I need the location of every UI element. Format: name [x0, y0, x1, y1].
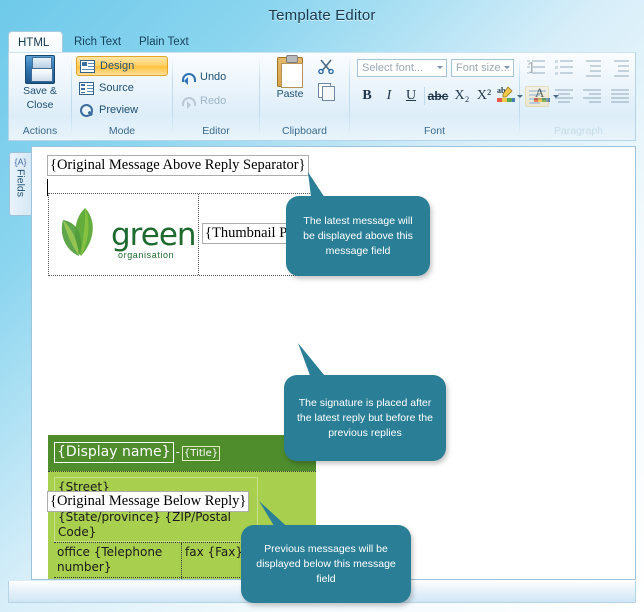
tab-html[interactable]: HTML [8, 31, 63, 53]
logo-wordmark: green [111, 217, 197, 253]
fields-label: Fields [14, 169, 27, 198]
ribbon-group-clipboard: Paste Clipboard [260, 53, 349, 140]
group-label-clipboard: Clipboard [282, 125, 327, 137]
callout-signature-text: The signature is placed after the latest… [296, 396, 433, 439]
group-label-editor: Editor [202, 125, 230, 137]
magnifier-icon [79, 103, 94, 117]
ribbon-group-paragraph: 1 Paragraph [520, 53, 637, 140]
ribbon-group-mode: Design Source Preview Mode [72, 53, 172, 140]
field-state-zip[interactable]: {State/province} {ZIP/Postal Code} [58, 510, 254, 540]
signature-dash: - [175, 445, 180, 459]
field-original-message-below-reply[interactable]: {Original Message Below Reply} [47, 491, 250, 512]
tab-html-label: HTML [18, 37, 50, 49]
group-label-font: Font [423, 125, 445, 137]
ribbon: Save & Close Actions Design Source Previ… [8, 52, 636, 141]
align-center-icon [553, 86, 577, 107]
field-office-phone[interactable]: office {Telephone number} [54, 543, 182, 577]
redo-icon [180, 95, 196, 109]
title-bar: Template Editor [0, 0, 644, 31]
paste-label: Paste [276, 88, 304, 100]
window-title: Template Editor [268, 7, 376, 24]
save-and-close-button[interactable]: Save & Close [8, 55, 72, 111]
save-and-close-label-line2: Close [26, 98, 54, 111]
mode-source-button[interactable]: Source [76, 78, 168, 98]
font-name-value: Select font... [362, 62, 424, 74]
field-display-name[interactable]: {Display name} [54, 442, 174, 463]
field-original-message-above-reply-separator[interactable]: {Original Message Above Reply Separator} [47, 155, 309, 176]
copy-icon[interactable] [318, 83, 335, 101]
ribbon-group-actions: Save & Close Actions [9, 53, 71, 140]
design-icon [80, 59, 95, 73]
superscript-button[interactable]: X² [473, 85, 495, 107]
field-title[interactable]: {Title} [181, 446, 221, 461]
italic-button[interactable]: I [378, 85, 400, 107]
ribbon-group-font: Select font... Font size... B I U abc X₂… [350, 53, 559, 140]
strikethrough-button[interactable]: abc [427, 85, 449, 107]
leaf-icon [61, 208, 93, 256]
increase-indent-icon [610, 59, 632, 77]
tab-plain-text-label: Plain Text [139, 36, 189, 48]
sidebar-item-fields[interactable]: {A} Fields [9, 152, 31, 216]
mode-preview-label: Preview [99, 104, 139, 116]
callout-below: Previous messages will be displayed belo… [241, 525, 411, 603]
save-and-close-label-line1: Save & [23, 85, 57, 97]
text-highlight-icon[interactable]: ab [495, 84, 517, 106]
decrease-indent-icon [582, 59, 604, 77]
callout-above-text: The latest message will be displayed abo… [303, 214, 413, 257]
font-separator [424, 87, 425, 105]
tab-plain-text[interactable]: Plain Text [130, 31, 198, 53]
redo-button: Redo [177, 91, 255, 111]
callout-below-text: Previous messages will be displayed belo… [256, 542, 396, 585]
message-header-table: green organisation {Thumbnail Photo} [48, 193, 324, 276]
group-label-paragraph: Paragraph [553, 125, 604, 137]
logo-subtext: organisation [118, 250, 175, 260]
bold-button[interactable]: B [356, 85, 378, 107]
ribbon-group-editor: Undo Redo Editor [173, 53, 259, 140]
mode-design-button[interactable]: Design [76, 56, 168, 76]
tab-rich-text[interactable]: Rich Text [65, 31, 130, 53]
template-editor-window: Template Editor HTML Rich Text Plain Tex… [0, 0, 644, 612]
mode-source-label: Source [99, 82, 134, 94]
font-size-combobox[interactable]: Font size... [451, 59, 514, 77]
chevron-down-icon [504, 66, 510, 72]
undo-icon [180, 71, 196, 85]
undo-button[interactable]: Undo [177, 67, 255, 87]
clipboard-icon [277, 55, 303, 88]
mode-preview-button[interactable]: Preview [76, 100, 168, 120]
redo-label: Redo [200, 95, 227, 107]
group-label-actions: Actions [22, 125, 58, 137]
tab-rich-text-label: Rich Text [74, 36, 122, 48]
scissors-icon[interactable] [318, 58, 334, 75]
bullet-list-icon [554, 59, 576, 77]
green-organisation-logo: green organisation [55, 204, 197, 266]
mode-design-label: Design [100, 60, 135, 72]
chevron-down-icon [437, 66, 443, 72]
subscript-button[interactable]: X₂ [451, 85, 473, 107]
fields-icon: {A} [14, 157, 27, 167]
signature-header: {Display name} - {Title} [48, 435, 316, 471]
callout-signature: The signature is placed after the latest… [284, 375, 446, 461]
tab-strip: HTML Rich Text Plain Text [8, 31, 636, 53]
floppy-disk-icon [25, 55, 55, 84]
align-left-icon [525, 86, 549, 107]
field-email[interactable]: email {E-mail (as hyperlink)} [54, 578, 182, 579]
align-right-icon [581, 86, 605, 107]
logo-cell: green organisation [49, 194, 199, 275]
callout-above: The latest message will be displayed abo… [286, 196, 430, 276]
group-label-mode: Mode [108, 125, 136, 137]
undo-label: Undo [200, 71, 227, 83]
source-icon [79, 81, 94, 95]
font-size-value: Font size... [456, 62, 510, 74]
paste-button[interactable]: Paste [267, 55, 313, 100]
numbered-list-icon: 1 [526, 59, 548, 77]
align-justify-icon [609, 86, 633, 107]
font-name-combobox[interactable]: Select font... [357, 59, 447, 77]
underline-button[interactable]: U [400, 85, 422, 107]
